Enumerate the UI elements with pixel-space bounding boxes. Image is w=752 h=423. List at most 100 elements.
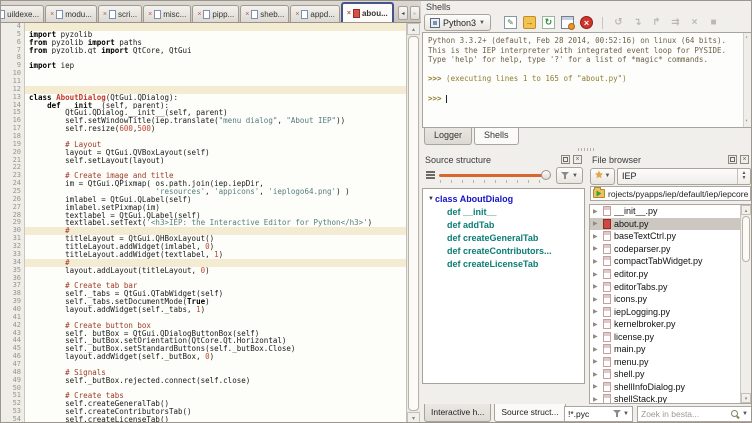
file-row[interactable]: ▶baseTextCtrl.py <box>590 230 751 243</box>
document-icon <box>203 10 210 19</box>
editor-tab[interactable]: ×pipp... <box>192 5 239 22</box>
structure-item[interactable]: def createLicenseTab <box>423 257 584 270</box>
expander-icon[interactable]: ▶ <box>593 283 600 290</box>
structure-item[interactable]: def __init__ <box>423 205 584 218</box>
dock-icon[interactable] <box>728 155 737 164</box>
structure-item[interactable]: def createContributors... <box>423 244 584 257</box>
depth-slider-track[interactable] <box>439 174 545 177</box>
file-list-scrollbar[interactable]: ▴ ▾ <box>740 205 751 403</box>
expander-icon[interactable]: ▼ <box>427 196 435 202</box>
editor-tab[interactable]: ×appd... <box>290 5 340 22</box>
file-row[interactable]: ▶icons.py <box>590 293 751 306</box>
code-line: 5import pyzolib <box>1 31 406 39</box>
file-row[interactable]: ▶editor.py <box>590 268 751 281</box>
close-icon[interactable]: × <box>740 155 749 164</box>
project-select[interactable]: IEP ▲▼ <box>617 168 751 185</box>
expander-icon[interactable]: ▶ <box>593 321 600 328</box>
tab-scroll-left-button[interactable]: ◂ <box>398 6 408 20</box>
code-line: 38 self._tabs = QtGui.QTabWidget(self) <box>1 290 406 298</box>
tab-shells[interactable]: Shells <box>474 128 519 145</box>
tab-close-icon[interactable]: × <box>347 10 351 17</box>
tab-close-icon[interactable]: × <box>103 11 107 18</box>
tab-close-icon[interactable]: × <box>50 11 54 18</box>
editor-tab[interactable]: ×sheb... <box>240 5 289 22</box>
expander-icon[interactable]: ▶ <box>593 333 600 340</box>
tab-logger[interactable]: Logger <box>424 128 472 145</box>
expander-icon[interactable]: ▶ <box>593 258 600 265</box>
tab-close-icon[interactable]: × <box>197 11 201 18</box>
editor-tab[interactable]: ×modu... <box>45 5 97 22</box>
expander-icon[interactable]: ▶ <box>593 308 600 315</box>
dock-icon[interactable] <box>561 155 570 164</box>
file-row[interactable]: ▶shell.py <box>590 368 751 381</box>
expander-icon[interactable]: ▶ <box>593 396 600 403</box>
close-icon[interactable]: × <box>573 155 582 164</box>
depth-slider-handle[interactable] <box>541 170 551 180</box>
structure-item-label: def createContributors... <box>447 246 552 256</box>
editor-tab[interactable]: ×misc... <box>143 5 191 22</box>
shell-tab-python3[interactable]: Python3 ▼ <box>424 14 491 31</box>
shell-terminate-icon[interactable] <box>580 16 593 29</box>
file-row[interactable]: ▶codeparser.py <box>590 243 751 256</box>
structure-item[interactable]: ▼class AboutDialog <box>423 192 584 205</box>
horizontal-splitter-handle[interactable] <box>578 148 594 151</box>
file-row[interactable]: ▶__init__.py <box>590 205 751 218</box>
file-row[interactable]: ▶shellStack.py <box>590 393 751 404</box>
shell-scrollbar[interactable] <box>743 33 751 127</box>
spinner-arrows-icon[interactable]: ▲▼ <box>737 169 750 184</box>
file-list-scrollbar-thumb[interactable] <box>742 216 750 262</box>
expander-icon[interactable]: ▶ <box>593 208 600 215</box>
editor-tab[interactable]: ×uildexe... <box>1 5 44 22</box>
expander-icon[interactable]: ▶ <box>593 371 600 378</box>
tab-source-structure[interactable]: Source struct... <box>494 404 565 422</box>
editor-scrollbar[interactable]: ▴ ▾ <box>406 23 420 423</box>
file-row[interactable]: ▶license.py <box>590 330 751 343</box>
expander-icon[interactable]: ▶ <box>593 271 600 278</box>
structure-filter-button[interactable]: ▼ <box>556 167 583 184</box>
expander-icon[interactable]: ▶ <box>593 346 600 353</box>
file-row[interactable]: ▶kernelbroker.py <box>590 318 751 331</box>
editor-scrollbar-thumb[interactable] <box>408 36 419 411</box>
scroll-up-arrow-icon[interactable]: ▴ <box>741 205 751 215</box>
structure-item[interactable]: def createGeneralTab <box>423 231 584 244</box>
shell-output[interactable]: Python 3.3.2+ (default, Feb 28 2014, 00:… <box>422 32 752 128</box>
expander-icon[interactable]: ▶ <box>593 383 600 390</box>
expander-icon[interactable]: ▶ <box>593 233 600 240</box>
editor-tab[interactable]: ×abou... <box>341 2 394 22</box>
search-in-files-input[interactable]: Zoek in besta... ▼ <box>637 406 752 422</box>
tab-close-icon[interactable]: × <box>148 11 152 18</box>
tab-scroll-right-button[interactable]: ▸ <box>410 6 420 20</box>
code-line: 44 self._butBox.setOrientation(QtCore.Qt… <box>1 337 406 345</box>
python-file-icon <box>603 256 611 266</box>
shell-edit-icon[interactable] <box>504 16 517 29</box>
expander-icon[interactable]: ▶ <box>593 296 600 303</box>
code-line: 49 self._butBox.rejected.connect(self.cl… <box>1 377 406 385</box>
tab-close-icon[interactable]: × <box>245 11 249 18</box>
file-row[interactable]: ▶iepLogging.py <box>590 305 751 318</box>
tab-interactive-help[interactable]: Interactive h... <box>424 404 491 422</box>
structure-item[interactable]: def addTab <box>423 218 584 231</box>
file-row[interactable]: ▶main.py <box>590 343 751 356</box>
favorites-button[interactable]: ★ ▼ <box>590 168 615 185</box>
file-row[interactable]: ▶menu.py <box>590 356 751 369</box>
scroll-up-arrow-icon[interactable]: ▴ <box>407 23 420 35</box>
tab-close-icon[interactable]: × <box>295 11 299 18</box>
path-field[interactable]: rojects/pyapps/iep/default/iep/iepcore <box>590 186 751 201</box>
file-row[interactable]: ▶about.py <box>590 218 751 231</box>
expander-icon[interactable]: ▶ <box>593 245 600 252</box>
file-row[interactable]: ▶shellInfoDialog.py <box>590 381 751 394</box>
shell-postmortem-icon[interactable] <box>561 16 574 29</box>
file-row[interactable]: ▶compactTabWidget.py <box>590 255 751 268</box>
expander-icon[interactable]: ▶ <box>593 220 600 227</box>
editor-tab[interactable]: ×scri... <box>98 5 142 22</box>
scroll-down-arrow-icon[interactable]: ▾ <box>407 412 420 423</box>
file-row[interactable]: ▶editorTabs.py <box>590 280 751 293</box>
console-icon <box>430 18 440 28</box>
expander-icon[interactable]: ▶ <box>593 358 600 365</box>
code-editor[interactable]: 45import pyzolib6from pyzolib import pat… <box>1 23 406 423</box>
filename-filter-input[interactable]: !*.pyc ▼ <box>564 406 633 422</box>
shell-environment-icon[interactable] <box>523 16 536 29</box>
slider-ticks <box>440 180 543 183</box>
shell-restart-icon[interactable] <box>542 16 555 29</box>
scroll-down-arrow-icon[interactable]: ▾ <box>741 393 751 403</box>
